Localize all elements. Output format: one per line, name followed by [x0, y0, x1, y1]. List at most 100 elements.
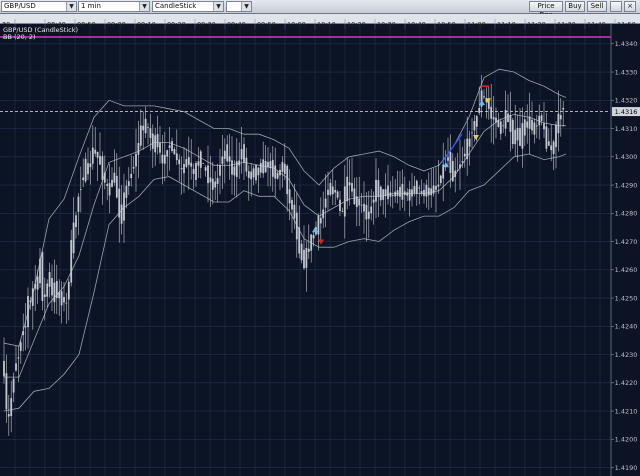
candle-body	[516, 127, 519, 141]
price-axis-label: 1.4260	[615, 266, 638, 274]
chart-toolbar: GBP/USD ▼ 1 min ▼ CandleStick ▼ ▼ Price …	[0, 0, 640, 19]
candle-body	[115, 175, 118, 198]
candle-body	[463, 153, 466, 157]
trend-line[interactable]	[441, 133, 463, 163]
candle-body	[365, 204, 368, 220]
candle-body	[10, 398, 13, 417]
candle-body	[557, 113, 560, 134]
candle-body	[562, 107, 565, 110]
candle-body	[559, 115, 562, 120]
price-axis-label: 1.4340	[615, 40, 638, 48]
chevron-down-icon[interactable]: ▼	[139, 2, 149, 11]
candle-body	[327, 189, 329, 196]
current-price-tag: 1.4316	[612, 107, 640, 117]
candle-body	[199, 151, 202, 168]
candle-body	[187, 157, 190, 165]
candle-body	[334, 189, 337, 193]
signal-markers	[312, 85, 491, 245]
candle-body	[180, 168, 183, 170]
candle-body	[106, 184, 109, 186]
candle-body	[171, 141, 173, 151]
candle-body	[502, 125, 505, 127]
price-box-button[interactable]: Price Box	[529, 1, 563, 19]
candle-body	[101, 156, 104, 180]
candle-body	[298, 227, 301, 254]
candle-body	[348, 182, 351, 186]
candle-body	[274, 165, 277, 179]
candle-body	[3, 360, 5, 377]
candle-body	[24, 326, 27, 328]
candle-body	[281, 161, 284, 172]
candle-body	[387, 185, 389, 200]
signal-up-marker	[312, 227, 318, 233]
candle-body	[60, 291, 63, 306]
candle-body	[58, 292, 61, 299]
candle-body	[310, 234, 313, 251]
candle-body	[82, 177, 85, 181]
candle-body	[211, 178, 214, 190]
extra-dropdown[interactable]: ▼	[226, 1, 252, 12]
price-axis-label: 1.4200	[615, 436, 638, 444]
indicator-label: BB (20, 2)	[3, 33, 36, 41]
candle-body	[240, 149, 243, 160]
chevron-down-icon[interactable]: ▼	[66, 2, 76, 11]
window-control-button[interactable]	[610, 1, 622, 12]
candle-body	[372, 199, 375, 203]
close-button[interactable]: ×	[624, 1, 636, 12]
candle-body	[228, 156, 231, 162]
candle-body	[279, 169, 281, 176]
candle-body	[401, 183, 404, 200]
candle-body	[411, 189, 413, 197]
candle-body	[209, 177, 212, 183]
close-icon: ×	[627, 2, 633, 10]
chevron-down-icon[interactable]: ▼	[241, 2, 251, 11]
chevron-down-icon[interactable]: ▼	[213, 2, 223, 11]
sell-button[interactable]: Sell	[587, 1, 607, 12]
candle-body	[399, 186, 401, 197]
candle-body	[166, 150, 169, 157]
price-axis-label: 1.4290	[615, 181, 638, 189]
candle-body	[7, 414, 10, 417]
buy-button[interactable]: Buy	[565, 1, 585, 12]
candle-body	[34, 283, 37, 289]
candle-body	[159, 142, 161, 153]
candle-body	[375, 179, 377, 202]
candle-body	[336, 191, 339, 198]
candle-body	[70, 240, 73, 283]
candle-body	[245, 157, 248, 172]
candle-body	[526, 121, 529, 128]
candle-body	[137, 143, 140, 155]
candle-body	[31, 288, 34, 306]
price-axis-label: 1.4280	[615, 210, 638, 218]
price-axis-label: 1.4220	[615, 379, 638, 387]
candle-body	[351, 183, 353, 192]
candle-body	[432, 185, 435, 194]
candle-body	[303, 249, 305, 269]
candle-body	[139, 125, 142, 146]
price-axis-label: 1.4230	[615, 351, 638, 359]
interval-dropdown[interactable]: 1 min ▼	[78, 1, 150, 12]
candle-body	[528, 116, 531, 129]
candle-body	[185, 159, 188, 167]
price-axis-label: 1.4240	[615, 323, 638, 331]
candle-body	[382, 189, 385, 200]
candle-body	[543, 123, 545, 130]
candle-body	[39, 258, 41, 284]
candle-body	[447, 157, 449, 161]
candle-body	[454, 170, 457, 177]
price-chart[interactable]: 1.4190 1.4200 1.4210 1.4220 1.4230 1.4240 1.42…	[0, 24, 640, 476]
candle-body	[12, 378, 15, 393]
candle-body	[389, 192, 392, 197]
candle-body	[221, 156, 224, 164]
candle-body	[295, 212, 298, 240]
candle-body	[183, 164, 185, 174]
symbol-dropdown[interactable]: GBP/USD ▼	[1, 1, 77, 12]
candle-body	[77, 196, 80, 212]
candle-body	[360, 204, 363, 206]
chart-style-dropdown[interactable]: CandleStick ▼	[152, 1, 224, 12]
candle-body	[264, 160, 267, 173]
candle-body	[15, 363, 17, 371]
candle-body	[291, 200, 293, 210]
candle-body	[538, 115, 541, 126]
candle-body	[135, 153, 137, 167]
